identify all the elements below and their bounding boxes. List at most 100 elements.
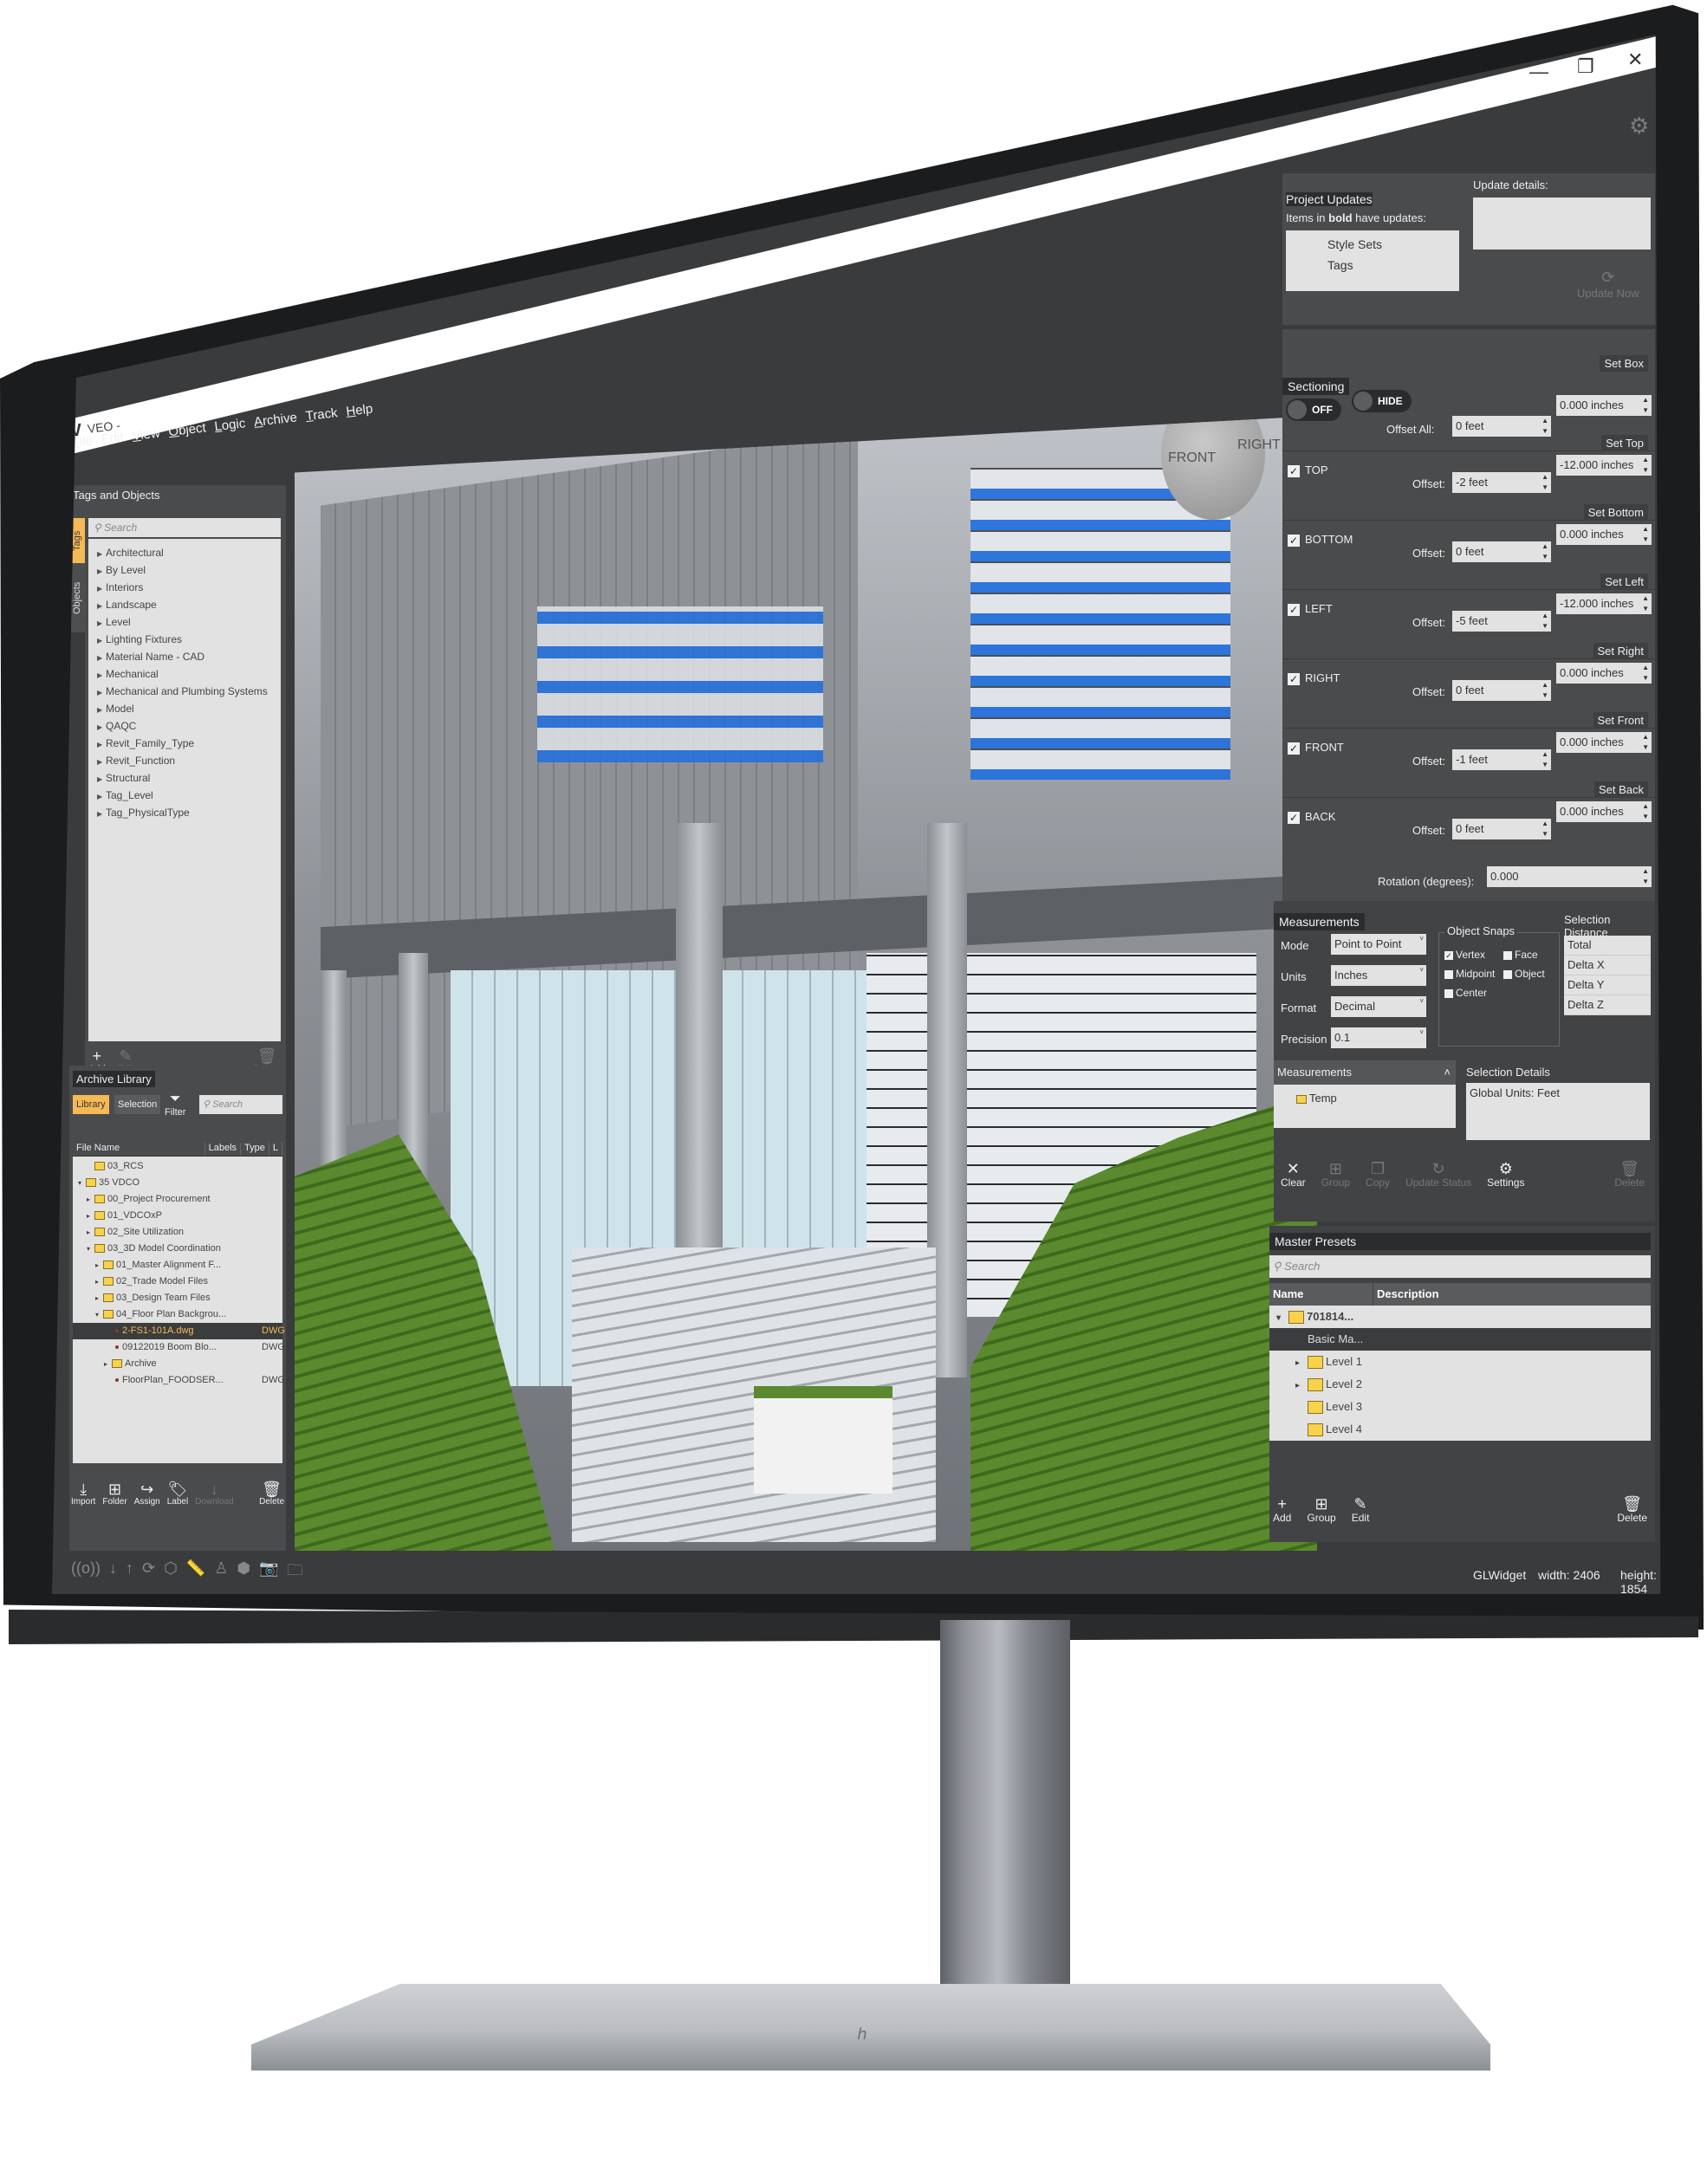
file-row[interactable]: 03_RCS	[73, 1158, 282, 1175]
tag-tree-item[interactable]: ▶ Mechanical and Plumbing Systems	[88, 683, 281, 700]
archive-search-input[interactable]: ⚲ Search	[199, 1095, 282, 1114]
caret-right-icon[interactable]: ▸	[95, 1257, 103, 1273]
caret-right-icon[interactable]: ▶	[97, 702, 106, 719]
menu-help[interactable]: Help	[345, 401, 373, 418]
caret-right-icon[interactable]: ▶	[97, 719, 106, 736]
box-outline-icon[interactable]: ⬡	[164, 1559, 178, 1585]
preset-row[interactable]: ▸ Level 2	[1269, 1373, 1651, 1396]
snap-vertex[interactable]: ✓ Vertex	[1444, 949, 1498, 961]
caret-right-icon[interactable]: ▸	[104, 1356, 112, 1372]
caret-right-icon[interactable]: ▶	[97, 736, 106, 754]
caret-right-icon[interactable]: ▸	[87, 1191, 94, 1208]
rotation-input[interactable]: 0.000 ▲ ▼	[1487, 866, 1652, 887]
settings-gear-icon[interactable]: ⚙	[1629, 113, 1649, 139]
tag-tree-item[interactable]: ▶ Structural	[88, 769, 281, 787]
caret-right-icon[interactable]: ▶	[97, 563, 106, 580]
spinner-icon[interactable]: ▲ ▼	[1642, 455, 1649, 476]
arrow-down-icon[interactable]: ↓	[109, 1559, 117, 1585]
caret-right-icon[interactable]: ▸	[87, 1208, 94, 1224]
update-now-button[interactable]: ⟳ Update Now	[1577, 269, 1639, 300]
set-box-button[interactable]: Set Box	[1600, 355, 1648, 372]
checkbox-icon[interactable]: ✓	[1288, 811, 1300, 824]
col-labels[interactable]: Labels	[205, 1143, 242, 1156]
file-row[interactable]: ▸ 01_Master Alignment F...	[73, 1257, 282, 1273]
caret-right-icon[interactable]: ▶	[97, 788, 106, 806]
spinner-icon[interactable]: ▲ ▼	[1642, 524, 1649, 545]
preset-row[interactable]: ▸ Level 1	[1269, 1351, 1651, 1373]
group-button[interactable]: ⊞ Group	[1321, 1161, 1350, 1189]
caret-right-icon[interactable]: ▸	[95, 1290, 103, 1306]
tag-tree-item[interactable]: ▶ Revit_Function	[88, 752, 281, 769]
set-back-button[interactable]: Set Back	[1593, 781, 1648, 798]
spinner-icon[interactable]: ▲ ▼	[1642, 866, 1649, 887]
file-row[interactable]: ▾ 03_3D Model Coordination	[73, 1241, 282, 1257]
spinner-icon[interactable]: ▲ ▼	[1541, 680, 1548, 701]
section-plane-checkbox[interactable]: ✓ BACK	[1288, 810, 1335, 824]
offset-inches-input[interactable]: 0.000 inches ▲ ▼	[1556, 663, 1652, 684]
copy-button[interactable]: ❐ Copy	[1366, 1161, 1390, 1189]
settings-button[interactable]: ⚙ Settings	[1487, 1161, 1524, 1189]
camera-icon[interactable]: 📷	[259, 1559, 278, 1585]
units-select[interactable]: Inches ˅	[1331, 965, 1426, 986]
caret-right-icon[interactable]: ▸	[1295, 1352, 1308, 1375]
assign-button[interactable]: ↪ Assign	[134, 1481, 160, 1516]
caret-right-icon[interactable]: ▶	[97, 771, 106, 788]
offset-all-feet-input[interactable]: 0 feet ▲ ▼	[1452, 416, 1551, 437]
group-button[interactable]: ⊞ Group	[1307, 1496, 1335, 1524]
caret-down-icon[interactable]: ▾	[78, 1175, 86, 1191]
offset-inches-input[interactable]: 0.000 inches ▲ ▼	[1556, 524, 1652, 545]
caret-down-icon[interactable]: ▾	[95, 1306, 103, 1323]
ruler-icon[interactable]: 📏	[186, 1559, 205, 1585]
tag-tree-item[interactable]: ▶ Material Name - CAD	[88, 648, 281, 665]
caret-right-icon[interactable]: ▶	[97, 580, 106, 598]
set-right-button[interactable]: Set Right	[1593, 643, 1648, 659]
section-plane-checkbox[interactable]: ✓ FRONT	[1288, 741, 1344, 755]
close-button[interactable]: ✕	[1627, 49, 1643, 71]
collapse-icon[interactable]: ˄	[1444, 1060, 1456, 1085]
arrow-up-icon[interactable]: ↑	[126, 1559, 133, 1585]
offset-inches-input[interactable]: 0.000 inches ▲ ▼	[1556, 801, 1652, 822]
offset-feet-input[interactable]: 0 feet ▲ ▼	[1452, 680, 1551, 701]
offset-feet-input[interactable]: 0 feet ▲ ▼	[1452, 541, 1551, 562]
tag-tree-item[interactable]: ▶ Tag_Level	[88, 787, 281, 804]
restore-button[interactable]: ❐	[1577, 55, 1594, 78]
checkbox-icon[interactable]	[1444, 988, 1453, 998]
preset-row[interactable]: Basic Ma...	[1269, 1328, 1651, 1351]
caret-right-icon[interactable]: ▸	[95, 1273, 103, 1290]
download-button[interactable]: ↓ Download	[195, 1481, 233, 1516]
spinner-icon[interactable]: ▲ ▼	[1541, 541, 1548, 562]
offset-feet-input[interactable]: -1 feet ▲ ▼	[1452, 749, 1551, 770]
spinner-icon[interactable]: ▲ ▼	[1541, 472, 1548, 493]
section-plane-checkbox[interactable]: ✓ TOP	[1288, 463, 1328, 477]
checkbox-icon[interactable]: ✓	[1288, 672, 1300, 685]
spinner-icon[interactable]: ▲ ▼	[1541, 611, 1548, 632]
menu-view[interactable]: View	[132, 425, 161, 444]
offset-feet-input[interactable]: 0 feet ▲ ▼	[1452, 819, 1551, 839]
file-row[interactable]: ▾ 35 VDCO	[73, 1175, 282, 1191]
caret-down-icon[interactable]: ▾	[1276, 1307, 1288, 1330]
caret-down-icon[interactable]: ▾	[87, 1241, 94, 1257]
precision-select[interactable]: 0.1 ˅	[1331, 1027, 1426, 1048]
caret-right-icon[interactable]: ▶	[97, 684, 106, 702]
tag-tree-item[interactable]: ▶ Landscape	[88, 596, 281, 613]
snap-center[interactable]: Center	[1444, 987, 1498, 999]
tag-tree-item[interactable]: ▶ Lighting Fixtures	[88, 631, 281, 648]
offset-all-inches-input[interactable]: 0.000 inches ▲ ▼	[1556, 395, 1652, 416]
folder-button[interactable]: ⊞ Folder	[102, 1481, 127, 1516]
sectioning-hide-toggle[interactable]: HIDE	[1352, 390, 1412, 412]
caret-right-icon[interactable]: ▶	[97, 615, 106, 632]
snap-object[interactable]: Object	[1503, 968, 1557, 980]
preset-row[interactable]: Level 4	[1269, 1418, 1651, 1441]
spinner-icon[interactable]: ▲ ▼	[1642, 801, 1649, 822]
nav-cube-right[interactable]: RIGHT	[1237, 437, 1281, 453]
checkbox-icon[interactable]: ✓	[1288, 742, 1300, 755]
caret-right-icon[interactable]: ▶	[97, 632, 106, 650]
section-plane-checkbox[interactable]: ✓ LEFT	[1288, 602, 1333, 616]
file-row[interactable]: 09122019 Boom Blo... DWG	[73, 1339, 285, 1356]
3d-viewport[interactable]: 7018146 Travis County Courts Facility FR…	[295, 416, 1317, 1551]
checkbox-icon[interactable]	[1503, 950, 1512, 960]
set-bottom-button[interactable]: Set Bottom	[1583, 504, 1648, 521]
col-l[interactable]: L	[269, 1143, 282, 1156]
checkbox-icon[interactable]: ✓	[1288, 464, 1300, 477]
caret-right-icon[interactable]: ▶	[97, 650, 106, 667]
